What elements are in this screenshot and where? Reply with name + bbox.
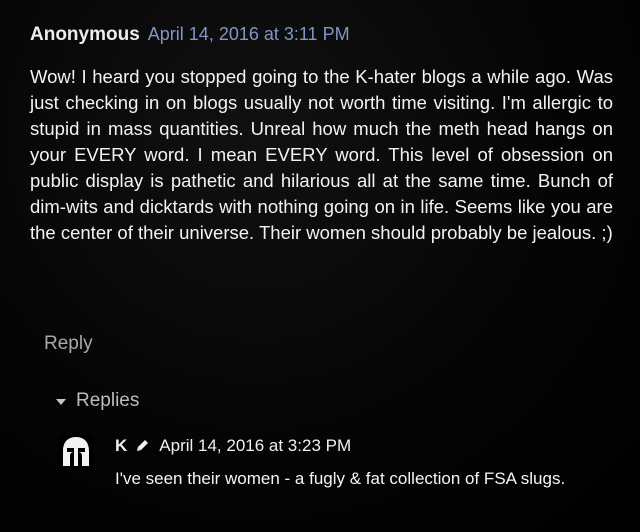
comment-author[interactable]: Anonymous xyxy=(30,24,140,46)
reply-author[interactable]: K xyxy=(115,436,127,456)
reply-timestamp-link[interactable]: April 14, 2016 at 3:23 PM xyxy=(159,436,351,456)
comment-body: Wow! I heard you stopped going to the K-… xyxy=(30,66,613,243)
replies-toggle[interactable]: Replies xyxy=(56,390,139,412)
reply-content: K April 14, 2016 at 3:23 PM I've seen th… xyxy=(115,433,615,491)
reply-item: K April 14, 2016 at 3:23 PM I've seen th… xyxy=(58,433,618,523)
comment-timestamp-link[interactable]: April 14, 2016 at 3:11 PM xyxy=(148,24,350,45)
comment-thread: Anonymous April 14, 2016 at 3:11 PM Wow!… xyxy=(0,0,640,532)
comment: Anonymous April 14, 2016 at 3:11 PM Wow!… xyxy=(30,24,615,246)
reply-header: K April 14, 2016 at 3:23 PM xyxy=(115,433,615,459)
reply-button[interactable]: Reply xyxy=(44,333,93,355)
reply-body: I've seen their women - a fugly & fat co… xyxy=(115,469,566,488)
replies-label: Replies xyxy=(76,390,140,411)
chevron-down-icon xyxy=(56,399,66,405)
comment-header: Anonymous April 14, 2016 at 3:11 PM xyxy=(30,24,615,60)
spartan-helmet-icon[interactable] xyxy=(58,435,94,471)
pencil-icon xyxy=(137,440,149,451)
